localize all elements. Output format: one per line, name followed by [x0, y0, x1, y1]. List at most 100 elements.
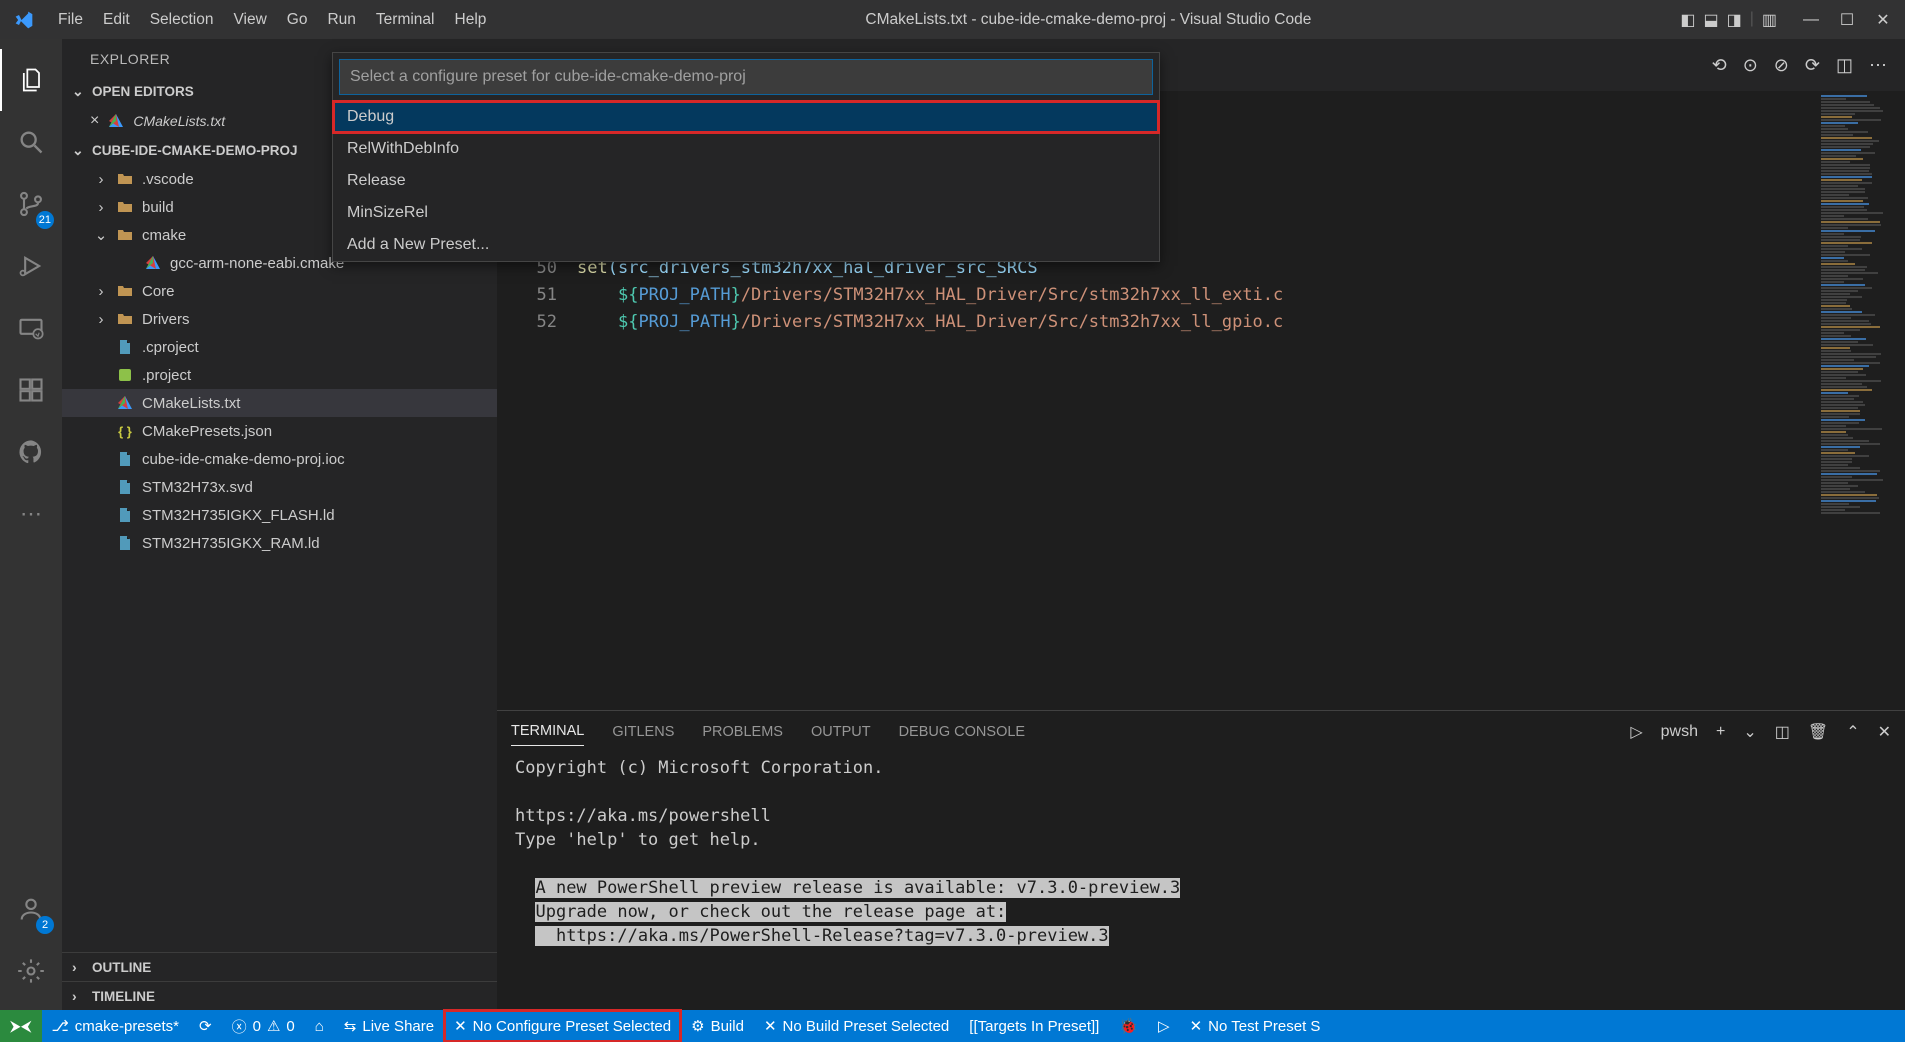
activity-settings[interactable]	[0, 940, 62, 1002]
status-build[interactable]: ⚙ Build	[681, 1010, 754, 1042]
menu-selection[interactable]: Selection	[140, 11, 224, 29]
activity-remote[interactable]	[0, 297, 62, 359]
activity-explorer[interactable]	[0, 49, 62, 111]
file-icon	[144, 254, 162, 272]
sync-icon: ⟳	[199, 1017, 212, 1035]
tools-icon: ✕	[454, 1017, 467, 1035]
menu-go[interactable]: Go	[277, 11, 318, 29]
tree-label: cmake	[142, 227, 186, 244]
run-file-icon[interactable]: ⟳	[1805, 55, 1820, 76]
window-close-icon[interactable]: ✕	[1869, 10, 1897, 30]
panel-tab-output[interactable]: OUTPUT	[811, 718, 871, 746]
activity-github[interactable]	[0, 421, 62, 483]
quick-pick-input[interactable]: Select a configure preset for cube-ide-c…	[339, 59, 1153, 95]
quickpick-item[interactable]: RelWithDebInfo	[333, 133, 1159, 165]
quickpick-item[interactable]: Debug	[333, 101, 1159, 133]
git-commit-icon[interactable]: ⊙	[1743, 55, 1758, 76]
tree-item[interactable]: › Drivers	[62, 305, 497, 333]
menu-terminal[interactable]: Terminal	[366, 11, 445, 29]
menu-run[interactable]: Run	[317, 11, 365, 29]
status-sync[interactable]: ⟳	[189, 1010, 222, 1042]
git-unstaged-icon[interactable]: ⊘	[1774, 55, 1789, 76]
status-home[interactable]: ⌂	[305, 1010, 334, 1042]
status-configure-preset[interactable]: ✕ No Configure Preset Selected	[444, 1010, 681, 1042]
status-test-preset[interactable]: ✕ No Test Preset S	[1180, 1010, 1331, 1042]
activity-extensions[interactable]	[0, 359, 62, 421]
status-remote[interactable]: ⮞⮜	[0, 1010, 42, 1042]
tree-label: Drivers	[142, 311, 190, 328]
activity-accounts[interactable]: 2	[0, 878, 62, 940]
panel-tab-debug-console[interactable]: DEBUG CONSOLE	[899, 718, 1026, 746]
layout-panel-bottom-icon[interactable]: ⬓	[1703, 10, 1718, 30]
activity-search[interactable]	[0, 111, 62, 173]
status-liveshare[interactable]: ⇆ Live Share	[334, 1010, 444, 1042]
github-icon	[17, 438, 45, 466]
panel-tabs: TERMINAL GITLENS PROBLEMS OUTPUT DEBUG C…	[497, 711, 1905, 752]
outline-header[interactable]: › OUTLINE	[62, 952, 497, 981]
status-targets[interactable]: [[Targets In Preset]]	[959, 1010, 1109, 1042]
tree-item[interactable]: ›Core	[62, 277, 497, 305]
terminal-content[interactable]: Copyright (c) Microsoft Corporation. htt…	[497, 752, 1905, 1010]
gear-icon: ⚙	[691, 1017, 704, 1035]
tree-item[interactable]: .project	[62, 361, 497, 389]
activity-source-control[interactable]: 21	[0, 173, 62, 235]
tree-item[interactable]: STM32H73x.svd	[62, 473, 497, 501]
layout-customize-icon[interactable]: ▥	[1762, 10, 1777, 30]
quickpick-item[interactable]: MinSizeRel	[333, 197, 1159, 229]
status-build-preset[interactable]: ✕ No Build Preset Selected	[754, 1010, 959, 1042]
more-actions-icon[interactable]: ⋯	[1869, 55, 1887, 76]
git-compare-icon[interactable]: ⟲	[1712, 55, 1727, 76]
split-terminal-icon[interactable]: ◫	[1775, 722, 1790, 742]
liveshare-icon: ⇆	[344, 1017, 357, 1035]
maximize-panel-icon[interactable]: ⌃	[1846, 722, 1859, 742]
terminal-dropdown-icon[interactable]: ⌄	[1743, 722, 1756, 742]
quickpick-item[interactable]: Add a New Preset...	[333, 229, 1159, 261]
remote-window-icon: ⮞⮜	[10, 1018, 32, 1035]
tree-item[interactable]: .cproject	[62, 333, 497, 361]
panel-tab-terminal[interactable]: TERMINAL	[511, 717, 584, 746]
status-debug[interactable]: 🐞	[1109, 1010, 1148, 1042]
close-panel-icon[interactable]: ✕	[1878, 722, 1891, 742]
twistie-icon: ›	[94, 311, 108, 328]
tree-item[interactable]: CMakeLists.txt	[62, 389, 497, 417]
layout-controls: ◧ ⬓ ◨ | ▥	[1680, 10, 1777, 30]
split-editor-icon[interactable]: ◫	[1836, 55, 1853, 76]
tree-item[interactable]: STM32H735IGKX_RAM.ld	[62, 529, 497, 557]
timeline-header[interactable]: › TIMELINE	[62, 981, 497, 1010]
quickpick-item[interactable]: Release	[333, 165, 1159, 197]
window-maximize-icon[interactable]: ☐	[1833, 10, 1861, 30]
tree-item[interactable]: STM32H735IGKX_FLASH.ld	[62, 501, 497, 529]
status-problems[interactable]: ⓧ0 ⚠0	[222, 1010, 305, 1042]
home-icon: ⌂	[315, 1018, 324, 1035]
activity-run-debug[interactable]	[0, 235, 62, 297]
activity-more[interactable]: ⋯	[0, 483, 62, 545]
menu-help[interactable]: Help	[445, 11, 497, 29]
status-branch[interactable]: ⎇ cmake-presets*	[42, 1010, 190, 1042]
terminal-shell-label[interactable]: pwsh	[1661, 723, 1698, 741]
twistie-icon: ›	[94, 283, 108, 300]
kill-terminal-icon[interactable]: 🗑	[1808, 722, 1828, 742]
menu-view[interactable]: View	[223, 11, 276, 29]
new-terminal-icon[interactable]: +	[1716, 723, 1725, 741]
minimap[interactable]	[1815, 91, 1905, 710]
status-run[interactable]: ▷	[1148, 1010, 1180, 1042]
gear-icon	[17, 957, 45, 985]
menu-edit[interactable]: Edit	[93, 11, 140, 29]
layout-panel-left-icon[interactable]: ◧	[1680, 10, 1695, 30]
tree-item[interactable]: cube-ide-cmake-demo-proj.ioc	[62, 445, 497, 473]
open-editor-label: CMakeLists.txt	[133, 113, 225, 129]
close-editor-icon[interactable]: ×	[90, 112, 99, 130]
error-icon: ⓧ	[232, 1016, 247, 1037]
tree-label: .cproject	[142, 339, 199, 356]
menu-file[interactable]: File	[48, 11, 93, 29]
file-icon	[116, 366, 134, 384]
file-icon	[116, 394, 134, 412]
titlebar: File Edit Selection View Go Run Terminal…	[0, 0, 1905, 39]
terminal-launch-icon[interactable]: ▷	[1630, 722, 1642, 742]
file-icon: { }	[116, 422, 134, 440]
layout-panel-right-icon[interactable]: ◨	[1727, 10, 1742, 30]
panel-tab-problems[interactable]: PROBLEMS	[702, 718, 783, 746]
window-minimize-icon[interactable]: —	[1797, 11, 1825, 29]
tree-item[interactable]: { }CMakePresets.json	[62, 417, 497, 445]
panel-tab-gitlens[interactable]: GITLENS	[612, 718, 674, 746]
